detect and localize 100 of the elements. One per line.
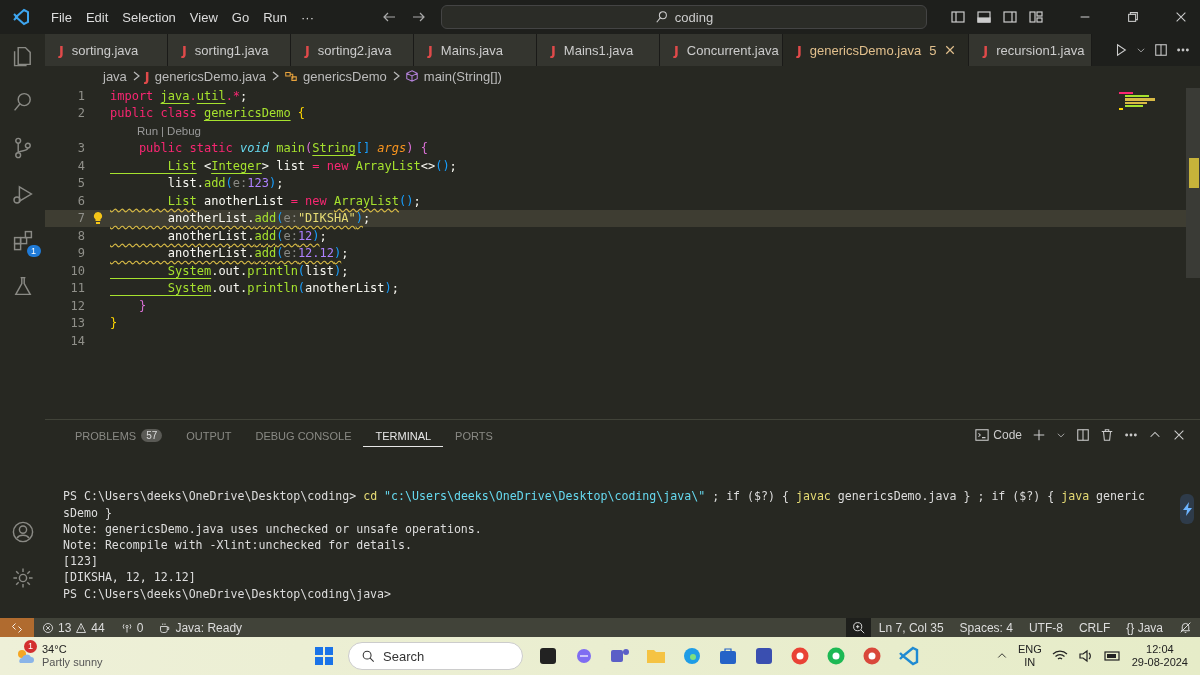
menu-item[interactable]: Selection	[115, 5, 183, 29]
status-item[interactable]: {} Java	[1118, 620, 1171, 635]
search-icon	[361, 649, 375, 663]
run-icon[interactable]	[1114, 43, 1128, 57]
menu-item[interactable]: View	[182, 5, 225, 29]
code-line: List anotherList = new ArrayList();	[166, 193, 421, 208]
secondary-sidebar-icon[interactable]	[1002, 9, 1018, 25]
warning-icon	[75, 621, 88, 634]
code-line: list.add(e:123);	[166, 176, 284, 191]
layout-icon[interactable]	[1028, 9, 1044, 25]
problems-status[interactable]: 13 44	[34, 620, 113, 635]
code-line: anotherList.add(e:"DIKSHA");	[166, 211, 371, 226]
language-indicator[interactable]: ENG IN	[1017, 643, 1042, 669]
taskbar-app-icon[interactable]	[537, 645, 559, 667]
java-file-icon: J	[674, 42, 679, 58]
line-number: 5	[76, 176, 85, 191]
zoom-icon[interactable]	[851, 621, 865, 634]
close-icon[interactable]	[1172, 428, 1186, 442]
terminal-shell-button[interactable]: Code	[975, 428, 1022, 442]
lightbulb-icon[interactable]	[91, 211, 104, 226]
shopping-bag-icon[interactable]	[717, 645, 739, 667]
editor-tab[interactable]: J Concurrent.java	[660, 34, 783, 66]
menu-item[interactable]: Run	[256, 5, 294, 29]
scrollbar-track[interactable]	[1186, 88, 1200, 278]
editor-tab[interactable]: J sorting2.java	[291, 34, 414, 66]
breadcrumb-item[interactable]: java	[103, 68, 127, 84]
panel-tab[interactable]: TERMINAL	[363, 423, 444, 447]
restore-icon[interactable]	[1126, 10, 1140, 24]
terminal-line: [DIKSHA, 12, 12.12]	[63, 569, 196, 586]
taskbar-search-field[interactable]: Search	[348, 642, 523, 670]
split-terminal-icon[interactable]	[1076, 428, 1090, 442]
panel-tab[interactable]: DEBUG CONSOLE	[243, 423, 364, 447]
editor-tab[interactable]: J Mains1.java	[537, 34, 660, 66]
cube-icon	[404, 69, 419, 83]
settings-icon[interactable]	[10, 566, 35, 590]
weather-widget[interactable]: 1 34°C Partly sunny	[0, 643, 314, 669]
line-number: 6	[76, 193, 85, 208]
close-icon[interactable]	[1174, 10, 1188, 24]
code-editor-icon[interactable]	[897, 645, 919, 667]
editor-tab[interactable]: J genericsDemo.java 5	[783, 34, 970, 66]
speaker-icon[interactable]	[1077, 649, 1094, 663]
line-number: 4	[76, 158, 85, 173]
terminal-line: PS C:\Users\deeks\OneDrive\Desktop\coding\java>	[63, 585, 392, 602]
editor-tab[interactable]: J sorting1.java	[168, 34, 291, 66]
minimap-drawing[interactable]	[1119, 92, 1155, 110]
plus-icon[interactable]	[1032, 428, 1046, 442]
java-file-icon: J	[797, 42, 802, 58]
chevron-down-icon[interactable]	[1136, 45, 1146, 55]
java-file-icon: J	[144, 68, 150, 84]
menu-item[interactable]: Edit	[78, 5, 116, 29]
editor-tab[interactable]: J recursion1.java	[969, 34, 1093, 66]
menu-item[interactable]: ···	[294, 5, 321, 29]
code-editor-logo-icon	[12, 8, 30, 26]
remote-icon	[11, 621, 23, 634]
java-file-icon: J	[551, 42, 556, 58]
java-status[interactable]: Java: Ready	[151, 620, 251, 635]
terminal-icon	[975, 428, 990, 442]
line-number: 7	[76, 211, 85, 226]
panel-toggle-icon[interactable]	[976, 9, 992, 25]
primary-sidebar-icon[interactable]	[950, 9, 966, 25]
trash-icon[interactable]	[1100, 428, 1114, 442]
battery-icon[interactable]	[1103, 650, 1122, 662]
terminal-line: [123]	[63, 553, 98, 570]
run-link[interactable]: Run	[137, 124, 159, 137]
line-number: 10	[69, 263, 85, 278]
breadcrumb-item[interactable]: main(String[])	[423, 68, 502, 84]
panel-tab[interactable]: OUTPUT	[174, 423, 244, 447]
command-center-search[interactable]: coding	[441, 5, 927, 29]
breadcrumb-item[interactable]: genericsDemo.java	[154, 68, 266, 84]
status-item[interactable]: Spaces: 4	[951, 620, 1021, 635]
chevron-right-icon	[271, 71, 279, 81]
status-item[interactable]: Ln 7, Col 35	[870, 620, 952, 635]
java-file-icon: J	[428, 42, 433, 58]
taskbar-app-icon[interactable]	[753, 645, 775, 667]
code-line: }	[110, 316, 118, 331]
panel-tab[interactable]: PROBLEMS 57	[63, 423, 175, 447]
ports-status[interactable]: 0	[112, 620, 152, 635]
menu-item[interactable]: Go	[224, 5, 257, 29]
code-line: public class genericsDemo {	[110, 106, 306, 121]
line-number: 3	[76, 141, 85, 156]
clock[interactable]: 12:04 29-08-2024	[1131, 643, 1188, 669]
close-icon[interactable]	[944, 44, 957, 56]
chevron-down-icon[interactable]	[1056, 430, 1066, 440]
debug-link[interactable]: Debug	[167, 124, 201, 137]
start-grid-icon[interactable]	[314, 646, 334, 666]
terminal-line: sDemo }	[63, 504, 112, 521]
editor-tab[interactable]: J Mains.java	[414, 34, 537, 66]
menu-item[interactable]: File	[44, 5, 79, 29]
editor-tab[interactable]: J sorting.java	[45, 34, 168, 66]
coffee-cup-icon	[159, 621, 172, 634]
breadcrumb-item[interactable]: genericsDemo	[303, 68, 387, 84]
panel-tab[interactable]: PORTS	[443, 423, 505, 447]
java-file-icon: J	[983, 42, 989, 58]
copilot-button[interactable]	[1180, 494, 1194, 524]
status-item[interactable]: UTF-8	[1020, 620, 1071, 635]
status-item[interactable]: CRLF	[1070, 620, 1119, 635]
bell-icon[interactable]	[1179, 621, 1192, 634]
account-icon[interactable]	[10, 520, 35, 544]
split-editor-icon[interactable]	[1154, 43, 1168, 57]
lightning-icon	[1180, 501, 1194, 517]
